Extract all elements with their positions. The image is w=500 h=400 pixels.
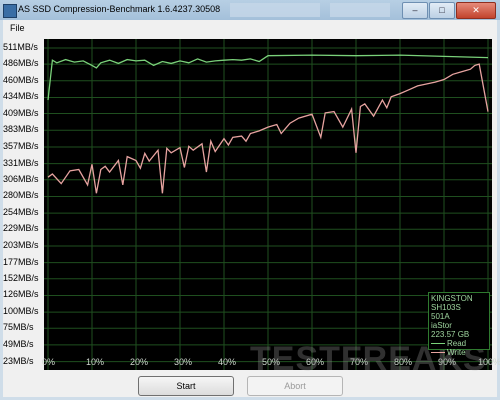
y-tick-label: 280MB/s bbox=[3, 190, 39, 201]
title-bar: AS SSD Compression-Benchmark 1.6.4237.30… bbox=[0, 0, 500, 20]
y-tick-label: 229MB/s bbox=[3, 223, 39, 234]
y-tick-label: 75MB/s bbox=[3, 322, 34, 333]
minimize-button[interactable]: – bbox=[402, 2, 428, 19]
y-tick-label: 152MB/s bbox=[3, 272, 39, 283]
legend-driver: iaStor bbox=[431, 321, 452, 330]
y-tick-label: 511MB/s bbox=[3, 41, 38, 52]
legend-read-label: Read bbox=[447, 339, 467, 348]
y-tick-label: 357MB/s bbox=[3, 140, 39, 151]
legend-box: KINGSTON SH103S 501A iaStor 223.57 GB Re… bbox=[428, 292, 490, 357]
x-tick-label: 10% bbox=[86, 357, 105, 367]
y-tick-label: 177MB/s bbox=[3, 256, 39, 267]
x-tick-label: 30% bbox=[174, 357, 193, 367]
legend-size: 223.57 GB bbox=[431, 330, 470, 339]
x-tick-label: 0% bbox=[42, 357, 56, 367]
y-tick-label: 383MB/s bbox=[3, 124, 39, 135]
y-tick-label: 203MB/s bbox=[3, 239, 39, 250]
y-tick-label: 254MB/s bbox=[3, 207, 39, 218]
y-tick-label: 126MB/s bbox=[3, 289, 39, 300]
x-tick-label: 20% bbox=[130, 357, 149, 367]
y-tick-label: 434MB/s bbox=[3, 91, 39, 102]
legend-write-label: Write bbox=[447, 348, 466, 357]
close-button[interactable]: ✕ bbox=[456, 2, 496, 19]
abort-button[interactable]: Abort bbox=[247, 376, 343, 396]
app-icon bbox=[3, 4, 17, 18]
window-title: AS SSD Compression-Benchmark 1.6.4237.30… bbox=[18, 4, 221, 14]
blurred-tab bbox=[230, 3, 320, 17]
legend-device: KINGSTON SH103S bbox=[431, 294, 473, 312]
legend-read: Read bbox=[431, 339, 487, 348]
start-button[interactable]: Start bbox=[138, 376, 234, 396]
chart-svg bbox=[44, 39, 492, 370]
benchmark-plot bbox=[44, 39, 492, 370]
x-tick-label: 40% bbox=[218, 357, 237, 367]
y-tick-label: 331MB/s bbox=[3, 157, 39, 168]
y-tick-label: 460MB/s bbox=[3, 74, 39, 85]
y-tick-label: 23MB/s bbox=[3, 355, 34, 366]
legend-firmware: 501A bbox=[431, 312, 450, 321]
write-swatch bbox=[431, 352, 445, 353]
blurred-tab bbox=[330, 3, 390, 17]
window-controls: – □ ✕ bbox=[402, 2, 496, 19]
y-tick-label: 49MB/s bbox=[3, 338, 34, 349]
menu-file[interactable]: File bbox=[10, 23, 25, 33]
y-tick-label: 409MB/s bbox=[3, 107, 39, 118]
legend-write: Write bbox=[431, 348, 487, 357]
y-tick-label: 486MB/s bbox=[3, 58, 39, 69]
read-swatch bbox=[431, 343, 445, 344]
menu-bar: File bbox=[3, 20, 497, 36]
maximize-button[interactable]: □ bbox=[429, 2, 455, 19]
y-tick-label: 306MB/s bbox=[3, 173, 39, 184]
y-tick-label: 100MB/s bbox=[3, 306, 39, 317]
